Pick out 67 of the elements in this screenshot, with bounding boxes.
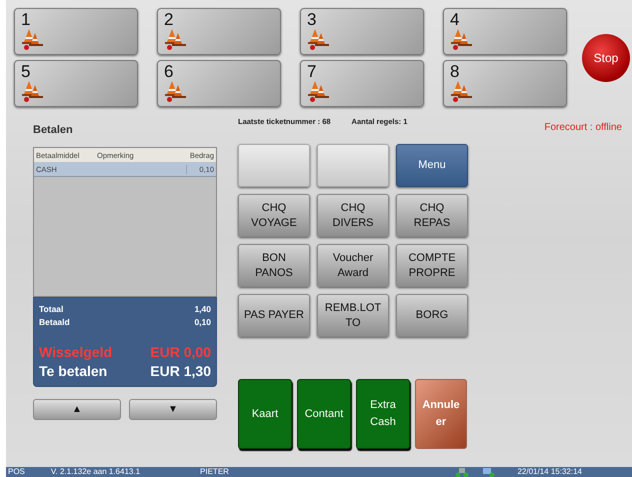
pump-button[interactable]: 5 <box>14 60 138 107</box>
app-name: POS <box>8 467 25 477</box>
payment-button[interactable]: REMB.LOT TO <box>317 294 389 337</box>
total-label: Totaal <box>39 303 64 316</box>
payment-button[interactable]: BON PANOS <box>238 244 310 287</box>
user-name: PIETER <box>200 467 229 477</box>
pump-number: 2 <box>164 11 174 28</box>
pump-button[interactable]: 7 <box>300 60 424 107</box>
pump-button[interactable]: 3 <box>300 8 424 55</box>
pump-number: 6 <box>164 63 174 80</box>
payment-button[interactable]: Voucher Award <box>317 244 389 287</box>
pump-button[interactable]: 4 <box>443 8 567 55</box>
version-text: V. 2.1.132e aan 1.6413.1 <box>50 467 140 477</box>
payment-button[interactable]: COMPTE PROPRE <box>396 244 468 287</box>
pump-number: 8 <box>450 63 460 80</box>
computer-icon <box>481 467 496 477</box>
pump-button[interactable]: 6 <box>157 60 281 107</box>
status-dot-icon <box>167 97 172 102</box>
traffic-cones-icon <box>164 80 188 98</box>
blank-button[interactable] <box>317 144 389 187</box>
traffic-cones-icon <box>450 80 474 98</box>
total-value: 1,40 <box>194 303 211 316</box>
traffic-cones-icon <box>307 80 331 98</box>
payment-button[interactable]: PAS PAYER <box>238 294 310 337</box>
payment-button[interactable]: Contant <box>297 379 351 449</box>
pump-number: 1 <box>21 11 30 28</box>
pump-button[interactable]: 8 <box>443 60 567 107</box>
change-label: Wisselgeld <box>39 343 112 362</box>
payment-button[interactable]: CHQ DIVERS <box>317 194 389 237</box>
traffic-cones-icon <box>21 28 45 46</box>
pump-number: 7 <box>307 63 316 80</box>
status-dot-icon <box>24 97 29 102</box>
change-value: EUR 0,00 <box>150 343 211 362</box>
scroll-button[interactable]: ▲ <box>33 399 121 420</box>
total-label: Betaald <box>39 316 70 329</box>
traffic-cones-icon <box>164 28 188 46</box>
payment-button[interactable]: BORG <box>396 294 468 337</box>
pump-number: 5 <box>21 63 30 80</box>
pump-number: 4 <box>450 11 460 28</box>
status-dot-icon <box>167 45 172 50</box>
stop-button[interactable]: Stop <box>582 34 630 82</box>
payment-button[interactable]: Kaart <box>238 379 292 449</box>
blank-button[interactable] <box>238 144 310 187</box>
pump-number: 3 <box>307 11 316 28</box>
status-dot-icon <box>310 97 315 102</box>
traffic-cones-icon <box>307 28 331 46</box>
status-dot-icon <box>24 45 29 50</box>
payment-button[interactable]: Extra Cash <box>356 379 410 449</box>
payment-button[interactable]: CHQ REPAS <box>396 194 468 237</box>
status-dot-icon <box>453 97 458 102</box>
due-value: EUR 1,30 <box>150 362 211 381</box>
payment-button[interactable]: CHQ VOYAGE <box>238 194 310 237</box>
network-icon <box>455 467 470 477</box>
menu-button[interactable]: Menu <box>396 144 468 187</box>
date-time: 22/01/14 15:32:14 <box>517 467 582 477</box>
cancel-button[interactable]: Annule er <box>415 379 467 449</box>
due-label: Te betalen <box>39 362 108 381</box>
forecourt-status: Forecourt : offline <box>544 122 622 133</box>
traffic-cones-icon <box>450 28 474 46</box>
total-value: 0,10 <box>194 316 211 329</box>
pump-button[interactable]: 1 <box>14 8 138 55</box>
status-dot-icon <box>453 45 458 50</box>
scroll-button[interactable]: ▼ <box>129 399 217 420</box>
status-dot-icon <box>310 45 315 50</box>
pump-button[interactable]: 2 <box>157 8 281 55</box>
section-title: Betalen <box>33 124 74 138</box>
traffic-cones-icon <box>21 80 45 98</box>
